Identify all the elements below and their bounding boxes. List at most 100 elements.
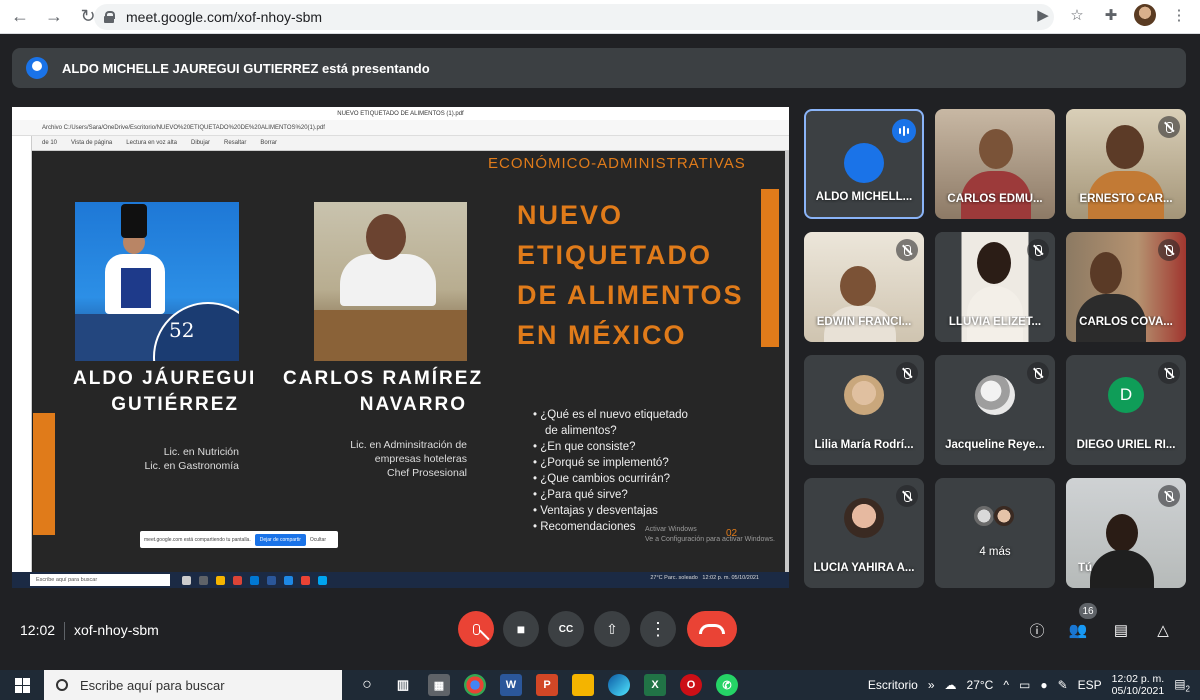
more-options-button[interactable]: ⋮ <box>640 611 676 647</box>
person2-details: Lic. en Adminsitración de empresas hotel… <box>350 439 467 479</box>
taskbar-apps: ○ ▥ ▦ W P X O ✆ <box>356 674 738 696</box>
clock[interactable]: 12:02 p. m. 05/10/2021 <box>1112 673 1165 697</box>
more-participants-tile[interactable]: 4 más <box>935 478 1055 588</box>
participant-tile[interactable]: CARLOS EDMU... <box>935 109 1055 219</box>
participant-tile[interactable]: Jacqueline Reye... <box>935 355 1055 465</box>
captions-button[interactable]: CC <box>548 611 584 647</box>
camera-toggle-button[interactable]: ■ <box>503 611 539 647</box>
more-vert-icon: ⋮ <box>649 618 667 639</box>
windows-taskbar: Escribe aquí para buscar ○ ▥ ▦ W P X O ✆… <box>0 670 1200 700</box>
mic-off-icon <box>1158 239 1180 261</box>
meeting-time: 12:02 <box>20 622 56 638</box>
lock-icon <box>104 11 115 23</box>
word-icon[interactable]: W <box>500 674 522 696</box>
video-camera-icon: ■ <box>516 621 526 637</box>
calculator-icon[interactable]: ▦ <box>428 674 450 696</box>
edge-icon[interactable] <box>608 674 630 696</box>
mic-off-icon <box>1158 485 1180 507</box>
menu-icon[interactable]: ⋮ <box>1168 4 1190 26</box>
forward-icon[interactable]: → <box>40 3 68 31</box>
participant-avatar <box>844 498 884 538</box>
powerpoint-icon[interactable]: P <box>536 674 558 696</box>
orange-bar-left <box>33 413 55 535</box>
mic-off-icon <box>896 239 918 261</box>
star-icon[interactable]: ☆ <box>1066 4 1088 26</box>
participant-name: Lilia María Rodrí... <box>814 439 914 451</box>
activities-icon[interactable]: △ <box>1152 619 1174 641</box>
cortana-icon[interactable]: ○ <box>356 674 378 696</box>
url-text: meet.google.com/xof-nhoy-sbm <box>126 9 323 25</box>
presenting-banner: ALDO MICHELLE JAUREGUI GUTIERREZ está pr… <box>12 48 1186 88</box>
divider <box>64 622 65 640</box>
screen-share-notice: meet.google.com está compartiendo tu pan… <box>140 531 338 548</box>
participant-name: Tú <box>1078 562 1093 574</box>
self-tile[interactable]: Tú <box>1066 478 1186 588</box>
participant-tile[interactable]: D DIEGO URIEL RI... <box>1066 355 1186 465</box>
participant-name: ERNESTO CAR... <box>1079 193 1173 205</box>
extensions-icon[interactable]: ✚ <box>1100 4 1122 26</box>
mic-off-icon <box>1158 362 1180 384</box>
shared-side-panel <box>12 136 32 572</box>
participant-name: CARLOS COVA... <box>1079 316 1173 328</box>
participant-name: EDWIN FRANCI... <box>816 316 912 328</box>
slide-title: NUEVO ETIQUETADO DE ALIMENTOS EN MÉXICO <box>517 200 744 350</box>
network-icon[interactable]: ▭ <box>1019 678 1030 692</box>
camera-icon[interactable]: ▶ <box>1032 4 1054 26</box>
slide-top-text: ECONÓMICO-ADMINISTRATIVAS <box>488 155 746 172</box>
present-screen-button[interactable]: ⇧ <box>594 611 630 647</box>
shared-screen[interactable]: NUEVO ETIQUETADO DE ALIMENTOS (1).pdf Ar… <box>12 107 789 588</box>
desktop-label[interactable]: Escritorio <box>868 678 918 692</box>
info-icon[interactable]: ⓘ <box>1026 619 1048 641</box>
present-icon: ⇧ <box>606 620 618 637</box>
address-bar[interactable]: meet.google.com/xof-nhoy-sbm <box>94 4 1054 30</box>
hang-up-button[interactable] <box>687 611 737 647</box>
pdf-tool: Borrar <box>260 140 278 146</box>
presenter-avatar <box>26 57 48 79</box>
excel-icon[interactable]: X <box>644 674 666 696</box>
pdf-tool: Vista de página <box>71 140 113 146</box>
participant-tile[interactable]: ERNESTO CAR... <box>1066 109 1186 219</box>
participant-tile[interactable]: CARLOS COVA... <box>1066 232 1186 342</box>
back-icon[interactable]: ← <box>6 3 34 31</box>
person1-details: Lic. en Nutrición Lic. en Gastronomía <box>144 446 239 472</box>
participant-tile[interactable]: ALDO MICHELL... <box>804 109 924 219</box>
weather-temp[interactable]: 27°C <box>967 678 994 692</box>
shared-taskbar: Escribe aquí para buscar 27°C Parc. sole… <box>12 572 789 588</box>
chat-icon[interactable]: ▤ <box>1110 619 1132 641</box>
participant-tile[interactable]: Lilia María Rodrí... <box>804 355 924 465</box>
people-icon[interactable]: 👥 <box>1067 619 1089 641</box>
app-tray-icon[interactable]: ● <box>1040 678 1047 692</box>
participant-name: DIEGO URIEL RI... <box>1076 439 1176 451</box>
participant-avatar <box>844 143 884 183</box>
bullet-item: • Ventajas y desventajas <box>533 505 658 517</box>
photo-chef-aldo: 52 <box>75 202 239 361</box>
participant-tile[interactable]: LUCIA YAHIRA A... <box>804 478 924 588</box>
notifications-icon[interactable]: ▤2 <box>1174 677 1190 693</box>
profile-avatar[interactable] <box>1134 4 1156 26</box>
bullet-item: • ¿Que cambios ocurrirán? <box>533 473 670 485</box>
chrome-icon[interactable] <box>464 674 486 696</box>
pdf-tool: Lectura en voz alta <box>126 140 177 146</box>
mic-off-icon <box>1027 362 1049 384</box>
windows-start-icon[interactable] <box>0 670 44 700</box>
anniversary-logo <box>153 302 239 361</box>
bullet-item: • ¿En que consiste? <box>533 441 636 453</box>
chevron-right-icon[interactable]: » <box>928 678 935 692</box>
opera-icon[interactable]: O <box>680 674 702 696</box>
person2-name: CARLOS RAMÍREZ NAVARRO <box>283 368 484 415</box>
pdf-tool: Resaltar <box>224 140 247 146</box>
file-explorer-icon[interactable] <box>572 674 594 696</box>
windows-search-box[interactable]: Escribe aquí para buscar <box>44 670 342 700</box>
chevron-up-icon[interactable]: ^ <box>1003 678 1009 692</box>
language-indicator[interactable]: ESP <box>1078 678 1102 692</box>
mic-toggle-button[interactable] <box>458 611 494 647</box>
person1-name: ALDO JÁUREGUI GUTIÉRREZ <box>73 368 257 415</box>
whatsapp-icon[interactable]: ✆ <box>716 674 738 696</box>
participant-tile[interactable]: LLUVIA ELIZET... <box>935 232 1055 342</box>
task-view-icon[interactable]: ▥ <box>392 674 414 696</box>
mic-off-icon <box>1158 116 1180 138</box>
meet-control-bar: 12:02 xof-nhoy-sbm ■ CC ⇧ ⋮ ⓘ 16 👥 ▤ △ <box>0 600 1200 664</box>
shared-scrollbar <box>785 151 789 572</box>
pen-icon[interactable]: ✎ <box>1058 678 1068 692</box>
participant-tile[interactable]: EDWIN FRANCI... <box>804 232 924 342</box>
